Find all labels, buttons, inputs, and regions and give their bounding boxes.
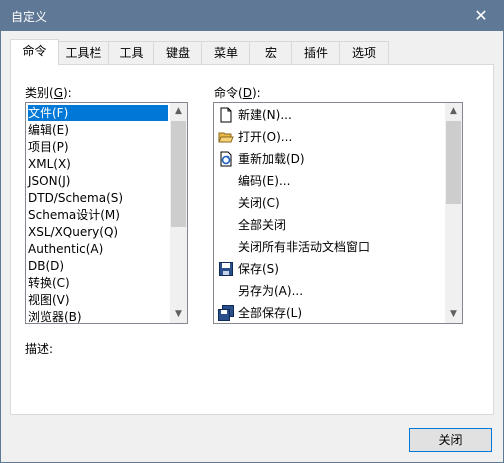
command-item[interactable]: 关闭所有非活动文档窗口 — [238, 236, 370, 258]
item-text: 编辑(E) — [28, 123, 69, 137]
list-item[interactable]: DTD/Schema(S) — [28, 190, 123, 206]
item-text: XML(X) — [28, 157, 71, 171]
item-text: 关闭所有非活动文档窗口 — [238, 240, 371, 254]
list-item[interactable]: XML(X) — [28, 156, 71, 172]
command-item[interactable]: 编码(E)... — [238, 170, 290, 192]
tab-label: 菜单 — [213, 46, 238, 60]
tab-label: 宏 — [264, 46, 277, 60]
scroll-down-icon[interactable]: ▼ — [445, 306, 462, 323]
category-label: 类别(G): — [25, 84, 72, 101]
list-item[interactable]: 视图(V) — [28, 292, 70, 308]
label-text: 类别( — [25, 86, 54, 100]
scroll-thumb[interactable] — [446, 121, 461, 204]
list-item[interactable]: Authentic(A) — [28, 241, 103, 257]
item-text: 全部关闭 — [238, 218, 287, 232]
command-item[interactable]: 另存为(A)... — [238, 280, 303, 302]
item-text: 浏览器(B) — [28, 310, 82, 324]
list-item[interactable]: Schema设计(M) — [28, 207, 120, 223]
list-item[interactable]: 浏览器(B) — [28, 309, 82, 324]
tab-label: 键盘 — [165, 46, 190, 60]
save-icon — [219, 262, 233, 276]
item-text: 打开(O)... — [238, 130, 293, 144]
list-item[interactable]: 编辑(E) — [28, 122, 69, 138]
item-text: 关闭(C) — [238, 196, 280, 210]
tab-keyboard[interactable]: 键盘 — [153, 41, 203, 64]
item-text: DB(D) — [28, 259, 65, 273]
item-text: 新建(N)... — [238, 108, 292, 122]
command-item[interactable]: 打开(O)... — [238, 126, 292, 148]
tab-label: 工具栏 — [65, 46, 102, 60]
list-item[interactable]: JSON(J) — [28, 173, 70, 189]
tab-label: 工具 — [119, 46, 144, 60]
tab-label: 命令 — [22, 44, 47, 58]
label-text: ): — [63, 86, 72, 100]
item-text: 另存为(A)... — [238, 284, 304, 298]
close-icon[interactable]: ✕ — [459, 1, 503, 31]
tab-toolbars[interactable]: 工具栏 — [57, 41, 110, 64]
scroll-thumb[interactable] — [171, 121, 186, 227]
close-button[interactable]: 关闭 — [409, 428, 492, 452]
title-bar[interactable]: 自定义 ✕ — [1, 1, 503, 31]
label-accel: G — [53, 86, 63, 100]
new-file-icon — [220, 107, 232, 123]
list-item[interactable]: DB(D) — [28, 258, 64, 274]
scroll-up-icon[interactable]: ▲ — [445, 103, 462, 120]
commands-list[interactable]: 新建(N)... 打开(O)... 重新加载(D) 编码(E)... 关闭(C)… — [213, 102, 463, 324]
tab-label: 选项 — [351, 46, 376, 60]
save-all-icon — [218, 305, 234, 321]
item-text: 编码(E)... — [238, 174, 291, 188]
item-text: 保存(S) — [238, 262, 279, 276]
label-accel: D — [242, 86, 252, 100]
item-text: 项目(P) — [28, 140, 69, 154]
label-text: 命令( — [214, 86, 243, 100]
category-list[interactable]: 文件(F) 编辑(E) 项目(P) XML(X) JSON(J) DTD/Sch… — [25, 102, 188, 324]
command-item[interactable]: 新建(N)... — [238, 104, 292, 126]
tab-label: 插件 — [303, 46, 328, 60]
reload-icon — [220, 151, 232, 167]
description-label: 描述: — [25, 342, 54, 356]
list-item[interactable]: 转换(C) — [28, 275, 70, 291]
item-text: DTD/Schema(S) — [28, 191, 124, 205]
command-item[interactable]: 关闭(C) — [238, 192, 280, 214]
command-item[interactable]: 重新加载(D) — [238, 148, 305, 170]
tab-menu[interactable]: 菜单 — [201, 41, 251, 64]
tab-macros[interactable]: 宏 — [249, 41, 293, 64]
scroll-down-icon[interactable]: ▼ — [170, 306, 187, 323]
list-item[interactable]: XSL/XQuery(Q) — [28, 224, 118, 240]
command-item[interactable]: 全部保存(L) — [238, 302, 303, 323]
button-label: 关闭 — [438, 433, 463, 447]
tab-tools[interactable]: 工具 — [108, 41, 155, 64]
scroll-up-icon[interactable]: ▲ — [170, 103, 187, 120]
tab-commands[interactable]: 命令 — [10, 39, 59, 65]
item-text: 转换(C) — [28, 276, 70, 290]
item-text: 视图(V) — [28, 293, 70, 307]
open-folder-icon — [218, 132, 234, 143]
tab-plugins[interactable]: 插件 — [291, 41, 341, 64]
command-item[interactable]: 全部关闭 — [238, 214, 286, 236]
item-text: Schema设计(M) — [28, 208, 120, 222]
window-title: 自定义 — [11, 10, 48, 24]
item-text: 全部保存(L) — [238, 306, 303, 320]
command-item[interactable]: 保存(S) — [238, 258, 279, 280]
item-text: JSON(J) — [28, 174, 71, 188]
list-item[interactable]: 项目(P) — [28, 139, 69, 155]
category-scrollbar[interactable]: ▲ ▼ — [170, 103, 187, 323]
list-item[interactable]: 文件(F) — [28, 105, 168, 121]
commands-scrollbar[interactable]: ▲ ▼ — [445, 103, 462, 323]
item-text: XSL/XQuery(Q) — [28, 225, 119, 239]
commands-label: 命令(D): — [214, 84, 261, 101]
label-text: ): — [251, 86, 261, 100]
tab-options[interactable]: 选项 — [339, 41, 389, 64]
item-text: 文件(F) — [28, 106, 69, 120]
item-text: 重新加载(D) — [238, 152, 305, 166]
item-text: Authentic(A) — [28, 242, 104, 256]
